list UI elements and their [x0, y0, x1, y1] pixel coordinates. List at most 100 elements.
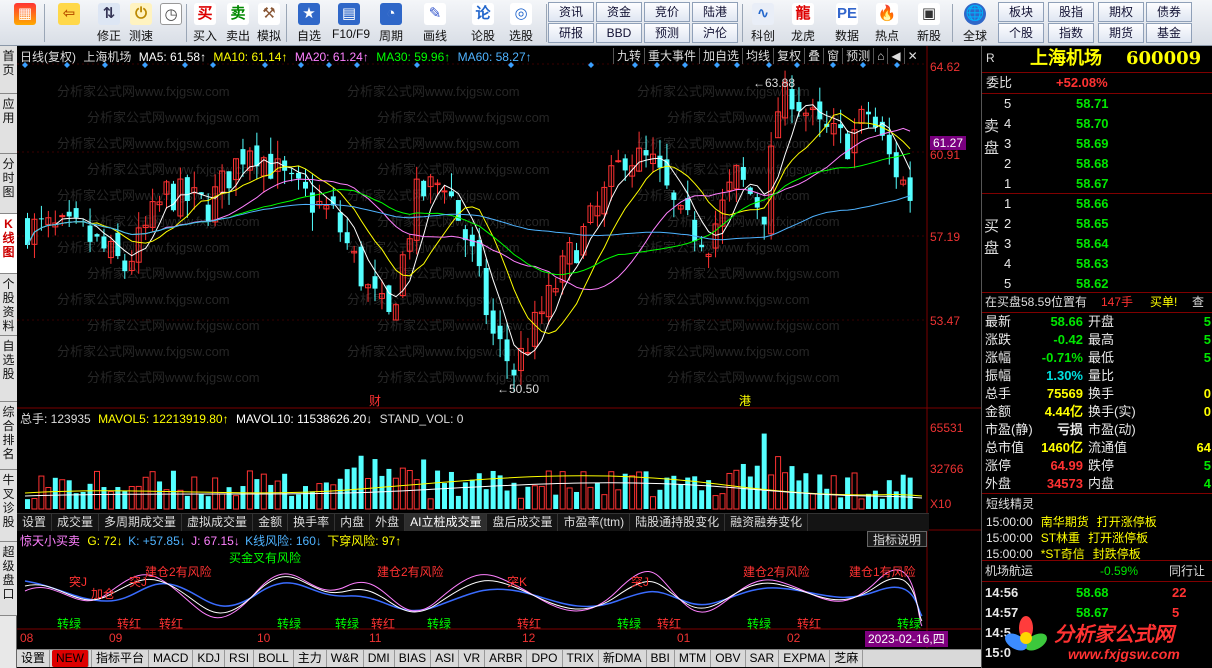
buy-level-row[interactable]: 5 58.62	[982, 274, 1212, 294]
chart-tool-9[interactable]: ◀	[887, 48, 903, 64]
toolbar-button-F10/F9[interactable]: ▤ F10/F9	[332, 2, 370, 44]
left-tab-4[interactable]: 个股资料	[0, 274, 17, 336]
left-tab-3[interactable]: K线图	[0, 214, 17, 274]
indicator-tab-2[interactable]: 指标平台	[92, 650, 150, 667]
order-info-check[interactable]: 查	[1192, 292, 1204, 312]
toolbar-button-选股[interactable]: ◎ 选股	[504, 2, 538, 44]
indicator-tab-18[interactable]: MTM	[675, 650, 712, 667]
news-item[interactable]: 15:00:00 南华期货 打开涨停板	[986, 513, 1157, 530]
new-badge-tab[interactable]: NEW	[50, 650, 93, 667]
volume-sub-tab-9[interactable]: 盘后成交量	[487, 514, 559, 531]
toolbar-button-龙虎[interactable]: 龍龙虎	[786, 2, 820, 44]
volume-sub-tab-2[interactable]: 多周期成交量	[99, 514, 183, 531]
toolbar-small-button[interactable]: 板块	[998, 2, 1044, 22]
volume-sub-tab-7[interactable]: 外盘	[370, 514, 406, 531]
chart-tool-0[interactable]: 九转	[613, 48, 644, 64]
toolbar-button-科创[interactable]: ∿ 科创	[746, 2, 780, 44]
toolbar-button-买入[interactable]: 买买入	[188, 2, 222, 44]
left-tab-5[interactable]: 自选股	[0, 336, 17, 402]
volume-sub-tab-10[interactable]: 市盈率(ttm)	[558, 514, 631, 531]
volume-sub-tab-3[interactable]: 虚拟成交量	[182, 514, 254, 531]
toolbar-button-windows[interactable]: ▦	[8, 2, 42, 44]
sell-level-row[interactable]: 2 58.68	[982, 154, 1212, 174]
indicator-tab-15[interactable]: TRIX	[563, 650, 599, 667]
indicator-help-button[interactable]: 指标说明	[867, 531, 928, 547]
news-item[interactable]: 15:00:00 ST林重 打开涨停板	[986, 529, 1148, 546]
toolbar-small-button[interactable]: 资讯	[548, 2, 594, 22]
indicator-tab-21[interactable]: EXPMA	[779, 650, 831, 667]
indicator-tab-16[interactable]: 新DMA	[599, 650, 647, 667]
toolbar-button-热点[interactable]: 🔥 热点	[870, 2, 904, 44]
indicator-tab-13[interactable]: ARBR	[485, 650, 528, 667]
left-tab-0[interactable]: 首页	[0, 46, 17, 94]
toolbar-small-button[interactable]: 研报	[548, 23, 594, 43]
left-tab-1[interactable]: 应用	[0, 94, 17, 154]
indicator-tab-20[interactable]: SAR	[746, 650, 780, 667]
toolbar-small-button[interactable]: 预测	[644, 23, 690, 43]
toolbar-small-button[interactable]: 指数	[1048, 23, 1094, 43]
chart-tool-7[interactable]: 预测	[842, 48, 873, 64]
toolbar-button-周期[interactable]: ◔ 周期	[374, 2, 408, 44]
volume-sub-tab-6[interactable]: 内盘	[335, 514, 371, 531]
chart-tool-1[interactable]: 重大事件	[644, 48, 699, 64]
indicator-tab-9[interactable]: DMI	[364, 650, 395, 667]
left-tab-6[interactable]: 综合排名	[0, 402, 17, 470]
indicator-tab-7[interactable]: 主力	[294, 650, 327, 667]
chart-tool-8[interactable]: ⌂	[873, 48, 887, 64]
indicator-tab-11[interactable]: ASI	[431, 650, 460, 667]
volume-sub-tab-11[interactable]: 陆股通持股变化	[630, 514, 726, 531]
chart-tool-5[interactable]: 叠	[804, 48, 823, 64]
toolbar-button-自选[interactable]: ★ 自选	[292, 2, 326, 44]
volume-sub-tab-12[interactable]: 融资融券变化	[725, 514, 809, 531]
left-tab-2[interactable]: 分时图	[0, 154, 17, 214]
kline-chart-area[interactable]: 分析家公式网www.fxjgsw.com 分析家公式网www.fxjgsw.com…	[17, 46, 981, 667]
toolbar-small-button[interactable]: 基金	[1146, 23, 1192, 43]
indicator-tab-8[interactable]: W&R	[327, 650, 364, 667]
chart-tool-10[interactable]: ✕	[903, 48, 921, 64]
buy-level-row[interactable]: 4 58.63	[982, 254, 1212, 274]
hk-marker[interactable]: 港	[739, 392, 751, 409]
toolbar-small-button[interactable]: 债券	[1146, 2, 1192, 22]
toolbar-button-测速[interactable]: ⏻ 测速	[124, 2, 158, 44]
toolbar-small-button[interactable]: 资金	[596, 2, 642, 22]
indicator-tab-0[interactable]: 设置	[17, 650, 51, 667]
toolbar-small-button[interactable]: 沪伦	[692, 23, 738, 43]
left-tab-7[interactable]: 牛叉诊股	[0, 470, 17, 542]
volume-sub-tab-5[interactable]: 换手率	[288, 514, 336, 531]
indicator-tab-10[interactable]: BIAS	[395, 650, 432, 667]
sell-level-row[interactable]: 1 58.67	[982, 174, 1212, 194]
toolbar-small-button[interactable]: 个股	[998, 23, 1044, 43]
toolbar-button-修正[interactable]: ⇅ 修正	[92, 2, 126, 44]
volume-sub-tab-4[interactable]: 金额	[253, 514, 289, 531]
toolbar-button-画线[interactable]: ✎ 画线	[418, 2, 452, 44]
indicator-tab-14[interactable]: DPO	[527, 650, 563, 667]
chart-tool-4[interactable]: 复权	[773, 48, 804, 64]
toolbar-small-button[interactable]: BBD	[596, 23, 642, 43]
toolbar-small-button[interactable]: 期权	[1098, 2, 1144, 22]
toolbar-small-button[interactable]: 期货	[1098, 23, 1144, 43]
buy-level-row[interactable]: 2 58.65	[982, 214, 1212, 234]
volume-sub-tab-8[interactable]: AI立桩成交量	[405, 514, 488, 531]
sector-peer[interactable]: 同行让	[1169, 561, 1205, 581]
indicator-tab-19[interactable]: OBV	[711, 650, 746, 667]
toolbar-button-论股[interactable]: 论论股	[466, 2, 500, 44]
toolbar-button-数据[interactable]: PE 数据	[830, 2, 864, 44]
chart-tool-2[interactable]: 加自选	[699, 48, 742, 64]
chart-tool-3[interactable]: 均线	[742, 48, 773, 64]
indicator-tab-3[interactable]: MACD	[149, 650, 194, 667]
indicator-tab-4[interactable]: KDJ	[193, 650, 226, 667]
volume-sub-tab-1[interactable]: 成交量	[52, 514, 100, 531]
indicator-tab-5[interactable]: RSI	[225, 650, 255, 667]
sell-level-row[interactable]: 4 58.70	[982, 114, 1212, 134]
toolbar-button-全球[interactable]: 🌐 全球	[958, 2, 992, 44]
toolbar-button-clock[interactable]: ◷	[154, 2, 188, 44]
indicator-tab-6[interactable]: BOLL	[254, 650, 294, 667]
sell-level-row[interactable]: 5 58.71	[982, 94, 1212, 114]
volume-sub-tab-0[interactable]: 设置	[17, 514, 53, 531]
sector-row[interactable]: 机场航运 -0.59% 同行让	[982, 561, 1212, 581]
toolbar-small-button[interactable]: 陆港	[692, 2, 738, 22]
indicator-tab-17[interactable]: BBI	[647, 650, 675, 667]
toolbar-button-back-arrow[interactable]: ⇦	[52, 2, 86, 44]
sell-level-row[interactable]: 3 58.69	[982, 134, 1212, 154]
finance-marker[interactable]: 财	[369, 392, 381, 409]
